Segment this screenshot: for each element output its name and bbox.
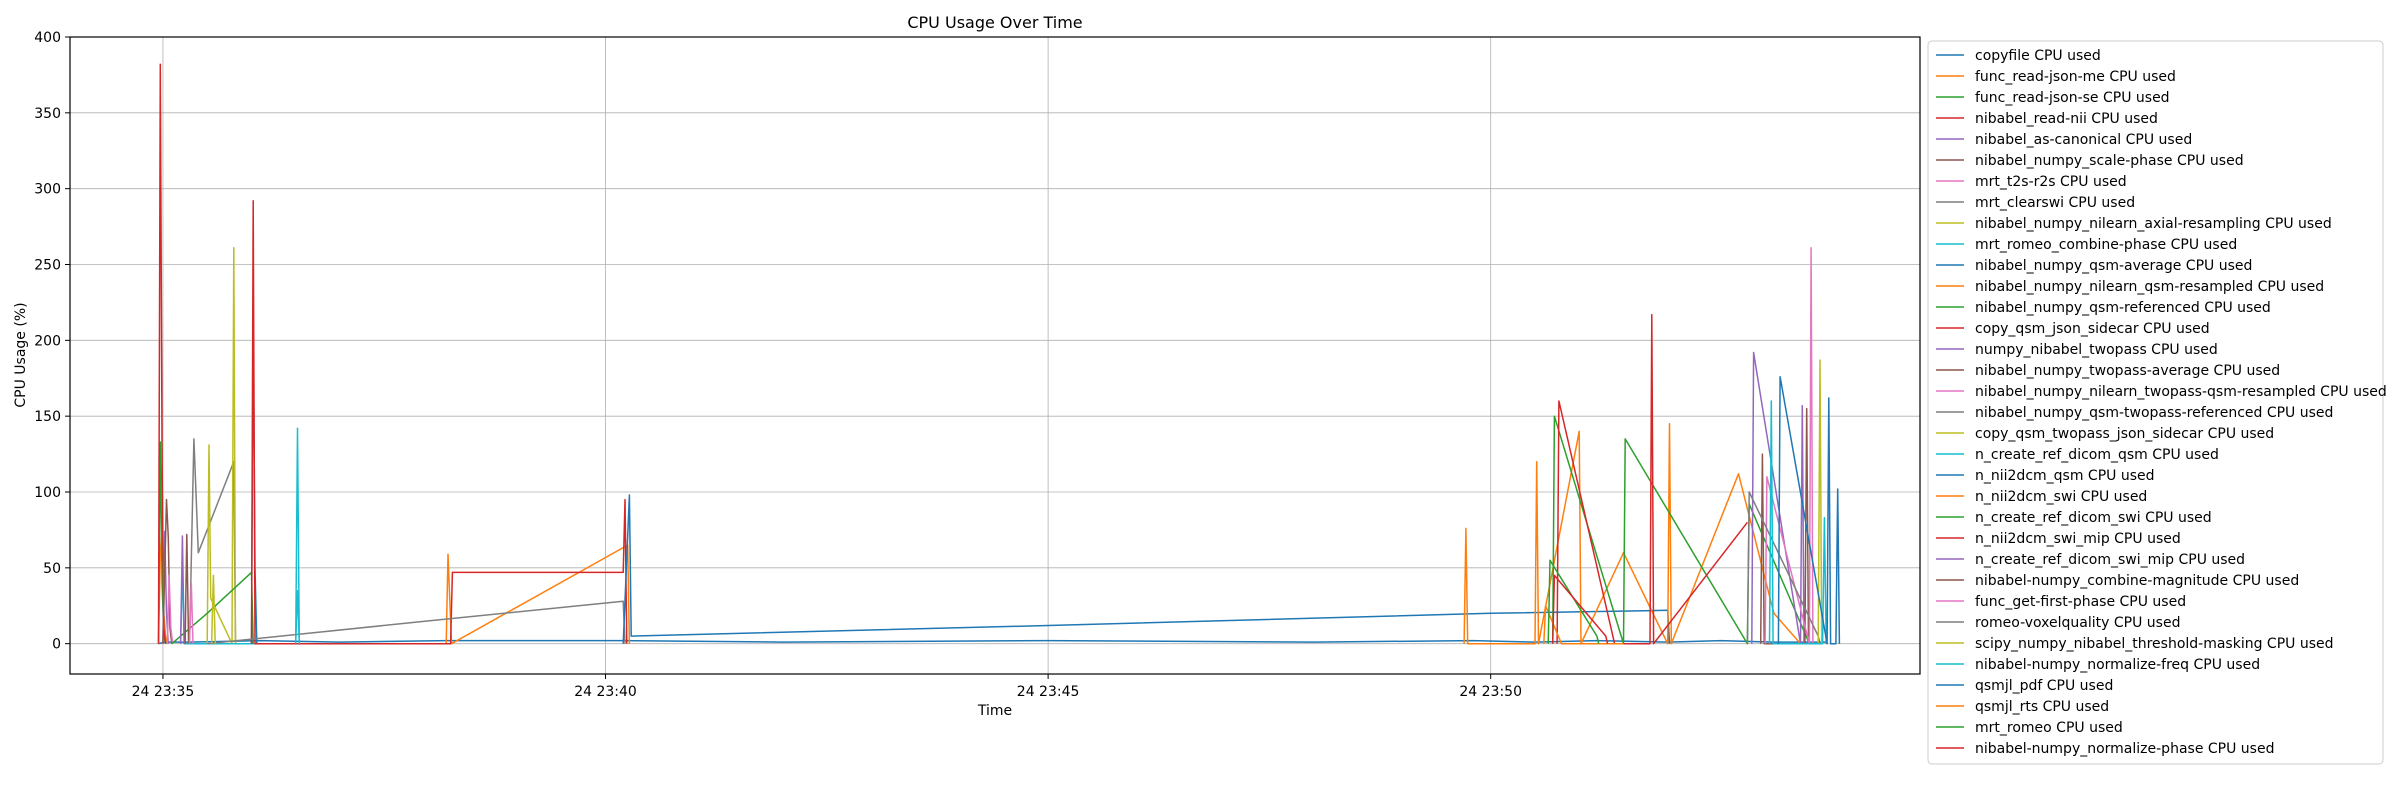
- series-line-24: [1556, 313, 1748, 645]
- series-line-18: [207, 600, 626, 645]
- y-tick-label: 50: [43, 561, 61, 577]
- legend-label: nibabel_numpy_qsm-referenced CPU used: [1975, 300, 2271, 316]
- legend-label: qsmjl_rts CPU used: [1975, 699, 2109, 715]
- legend-label: n_create_ref_dicom_swi_mip CPU used: [1975, 552, 2245, 568]
- x-tick-label: 24 23:40: [574, 684, 637, 700]
- series-line-25: [1751, 351, 1805, 645]
- legend-label: mrt_clearswi CPU used: [1975, 195, 2135, 211]
- y-tick-label: 100: [34, 485, 61, 501]
- legend-label: mrt_romeo_combine-phase CPU used: [1975, 237, 2237, 253]
- legend-label: nibabel_read-nii CPU used: [1975, 111, 2158, 127]
- legend-label: nibabel_numpy_nilearn_axial-resampling C…: [1975, 216, 2332, 232]
- series-line-16: [184, 533, 190, 644]
- legend-label: nibabel_numpy_scale-phase CPU used: [1975, 153, 2244, 169]
- y-tick-label: 0: [52, 637, 61, 653]
- legend-box: [1927, 40, 2384, 765]
- legend-label: func_get-first-phase CPU used: [1975, 594, 2186, 610]
- legend-label: n_create_ref_dicom_qsm CPU used: [1975, 447, 2219, 463]
- legend-label: copy_qsm_json_sidecar CPU used: [1975, 321, 2210, 337]
- series-line-19: [210, 574, 216, 644]
- legend-label: nibabel_as-canonical CPU used: [1975, 132, 2192, 148]
- legend-label: nibabel_numpy_qsm-twopass-referenced CPU…: [1975, 405, 2333, 421]
- x-tick-label: 24 23:35: [132, 684, 195, 700]
- y-axis-ticks: 0 50 100 150 200 250 300 350 400: [34, 30, 70, 653]
- series-line-12: [445, 544, 631, 645]
- series-line-9: [206, 247, 237, 645]
- legend-label: numpy_nibabel_twopass CPU used: [1975, 342, 2218, 358]
- chart-title: CPU Usage Over Time: [907, 13, 1082, 32]
- legend-label: nibabel-numpy_normalize-phase CPU used: [1975, 741, 2274, 757]
- legend-label: romeo-voxelquality CPU used: [1975, 615, 2180, 631]
- y-tick-label: 200: [34, 333, 61, 349]
- y-tick-label: 350: [34, 106, 61, 122]
- legend-label: nibabel-numpy_normalize-freq CPU used: [1975, 657, 2260, 673]
- legend-label: copyfile CPU used: [1975, 48, 2101, 64]
- y-tick-label: 300: [34, 182, 61, 198]
- y-axis-label: CPU Usage (%): [13, 302, 29, 407]
- legend-label: func_read-json-me CPU used: [1975, 69, 2176, 85]
- plot-frame: [69, 36, 1921, 675]
- legend-label: n_nii2dcm_swi CPU used: [1975, 489, 2147, 505]
- legend-label: nibabel-numpy_combine-magnitude CPU used: [1975, 573, 2299, 589]
- x-axis-label: Time: [977, 703, 1012, 719]
- legend-label: copy_qsm_twopass_json_sidecar CPU used: [1975, 426, 2274, 442]
- grid-lines: [70, 36, 1920, 674]
- series-line-21: [622, 494, 1671, 644]
- y-tick-label: 150: [34, 409, 61, 425]
- x-axis-ticks: 24 23:35 24 23:40 24 23:45 24 23:50: [132, 674, 1522, 700]
- y-tick-label: 250: [34, 258, 61, 274]
- legend-label: nibabel_numpy_twopass-average CPU used: [1975, 363, 2280, 379]
- legend-label: nibabel_numpy_nilearn_qsm-resampled CPU …: [1975, 279, 2324, 295]
- chart-container: CPU Usage Over Time 24 23:35 24 23:40 24 2…: [0, 0, 2400, 800]
- x-tick-label: 24 23:45: [1017, 684, 1080, 700]
- legend-label: qsmjl_pdf CPU used: [1975, 678, 2113, 694]
- legend-label: nibabel_numpy_nilearn_twopass-qsm-resamp…: [1975, 384, 2387, 400]
- legend: copyfile CPU used func_read-json-me CPU u…: [1927, 40, 2387, 765]
- series-line-10: [179, 427, 301, 645]
- x-tick-label: 24 23:50: [1459, 684, 1522, 700]
- legend-label: nibabel_numpy_qsm-average CPU used: [1975, 258, 2252, 274]
- legend-label: mrt_t2s-r2s CPU used: [1975, 174, 2127, 190]
- series-lines: [157, 63, 1841, 645]
- legend-label: scipy_numpy_nibabel_threshold-masking CP…: [1975, 636, 2334, 652]
- legend-label: mrt_romeo CPU used: [1975, 720, 2123, 736]
- y-tick-label: 400: [34, 30, 61, 46]
- cpu-usage-chart: CPU Usage Over Time 24 23:35 24 23:40 24 2…: [13, 13, 2387, 765]
- legend-label: n_create_ref_dicom_swi CPU used: [1975, 510, 2212, 526]
- legend-label: n_nii2dcm_swi_mip CPU used: [1975, 531, 2181, 547]
- legend-label: n_nii2dcm_qsm CPU used: [1975, 468, 2155, 484]
- legend-label: func_read-json-se CPU used: [1975, 90, 2170, 106]
